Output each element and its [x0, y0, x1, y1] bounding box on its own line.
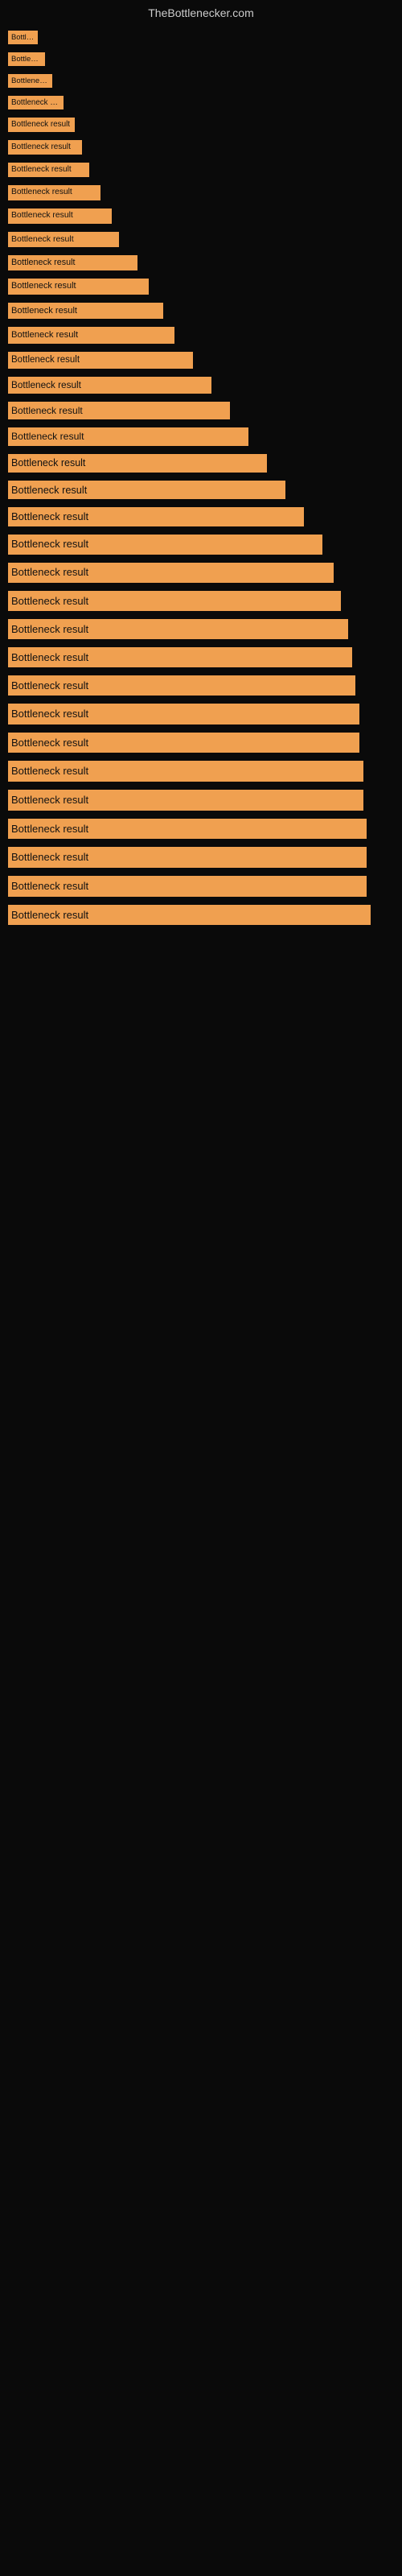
bar-row: Bottleneck result [8, 140, 402, 156]
bar-row: Bottleneck result [8, 761, 402, 783]
bar-row: Bottleneck result [8, 163, 402, 179]
bottleneck-bar: Bottleneck result [8, 377, 211, 394]
bottleneck-bar: Bottleneck result [8, 31, 38, 44]
bar-row: Bottleneck result [8, 876, 402, 898]
bar-row: Bottleneck result [8, 352, 402, 370]
bottleneck-bar: Bottleneck result [8, 352, 193, 369]
bottleneck-bar: Bottleneck result [8, 402, 230, 419]
bar-row: Bottleneck result [8, 647, 402, 669]
bar-row: Bottleneck result [8, 507, 402, 528]
bottleneck-bar: Bottleneck result [8, 876, 367, 897]
bottleneck-bar: Bottleneck result [8, 535, 322, 555]
bar-row: Bottleneck result [8, 185, 402, 202]
bottleneck-bar: Bottleneck result [8, 163, 89, 177]
bottleneck-bar: Bottleneck result [8, 761, 363, 782]
bottleneck-bar: Bottleneck result [8, 790, 363, 811]
bottleneck-bar: Bottleneck result [8, 819, 367, 840]
bottleneck-bar: Bottleneck result [8, 52, 45, 66]
chart-area: Bottleneck result Bottleneck result Bottle… [0, 23, 402, 933]
bottleneck-bar: Bottleneck result [8, 647, 352, 667]
bottleneck-bar: Bottleneck result [8, 303, 163, 319]
bottleneck-bar: Bottleneck result [8, 208, 112, 224]
bottleneck-bar: Bottleneck result [8, 118, 75, 132]
bottleneck-bar: Bottleneck result [8, 591, 341, 611]
bottleneck-bar: Bottleneck result [8, 279, 149, 295]
bottleneck-bar: Bottleneck result [8, 847, 367, 868]
bottleneck-bar: Bottleneck result [8, 255, 137, 271]
bar-row: Bottleneck result [8, 74, 402, 89]
bar-row: Bottleneck result [8, 255, 402, 273]
bottleneck-bar: Bottleneck result [8, 427, 248, 446]
bottleneck-bar: Bottleneck result [8, 675, 355, 696]
bar-row: Bottleneck result [8, 454, 402, 474]
bottleneck-bar: Bottleneck result [8, 185, 100, 200]
bottleneck-bar: Bottleneck result [8, 232, 119, 247]
bottleneck-bar: Bottleneck result [8, 733, 359, 753]
bar-row: Bottleneck result [8, 232, 402, 249]
bottleneck-bar: Bottleneck result [8, 454, 267, 473]
bar-row: Bottleneck result [8, 790, 402, 812]
bar-row: Bottleneck result [8, 563, 402, 584]
bar-row: Bottleneck result [8, 118, 402, 134]
bottleneck-bar: Bottleneck result [8, 96, 64, 110]
bottleneck-bar: Bottleneck result [8, 74, 52, 88]
bar-row: Bottleneck result [8, 427, 402, 448]
bar-row: Bottleneck result [8, 377, 402, 396]
bottleneck-bar: Bottleneck result [8, 327, 174, 344]
bar-row: Bottleneck result [8, 481, 402, 502]
bar-row: Bottleneck result [8, 279, 402, 296]
bar-row: Bottleneck result [8, 733, 402, 755]
bar-row: Bottleneck result [8, 303, 402, 320]
bar-row: Bottleneck result [8, 619, 402, 641]
bar-row: Bottleneck result [8, 535, 402, 556]
bar-row: Bottleneck result [8, 847, 402, 869]
bar-row: Bottleneck result [8, 675, 402, 697]
bottleneck-bar: Bottleneck result [8, 619, 348, 639]
bar-row: Bottleneck result [8, 52, 402, 68]
bottleneck-bar: Bottleneck result [8, 704, 359, 724]
bar-row: Bottleneck result [8, 208, 402, 225]
bottleneck-bar: Bottleneck result [8, 507, 304, 526]
bar-row: Bottleneck result [8, 31, 402, 46]
bar-row: Bottleneck result [8, 819, 402, 841]
bar-row: Bottleneck result [8, 402, 402, 421]
bottleneck-bar: Bottleneck result [8, 481, 285, 500]
bar-row: Bottleneck result [8, 96, 402, 112]
bottleneck-bar: Bottleneck result [8, 140, 82, 155]
bar-row: Bottleneck result [8, 905, 402, 927]
bar-row: Bottleneck result [8, 327, 402, 345]
bar-row: Bottleneck result [8, 704, 402, 726]
bar-row: Bottleneck result [8, 591, 402, 613]
bottleneck-bar: Bottleneck result [8, 563, 334, 583]
site-title: TheBottlenecker.com [0, 0, 402, 23]
bottleneck-bar: Bottleneck result [8, 905, 371, 926]
